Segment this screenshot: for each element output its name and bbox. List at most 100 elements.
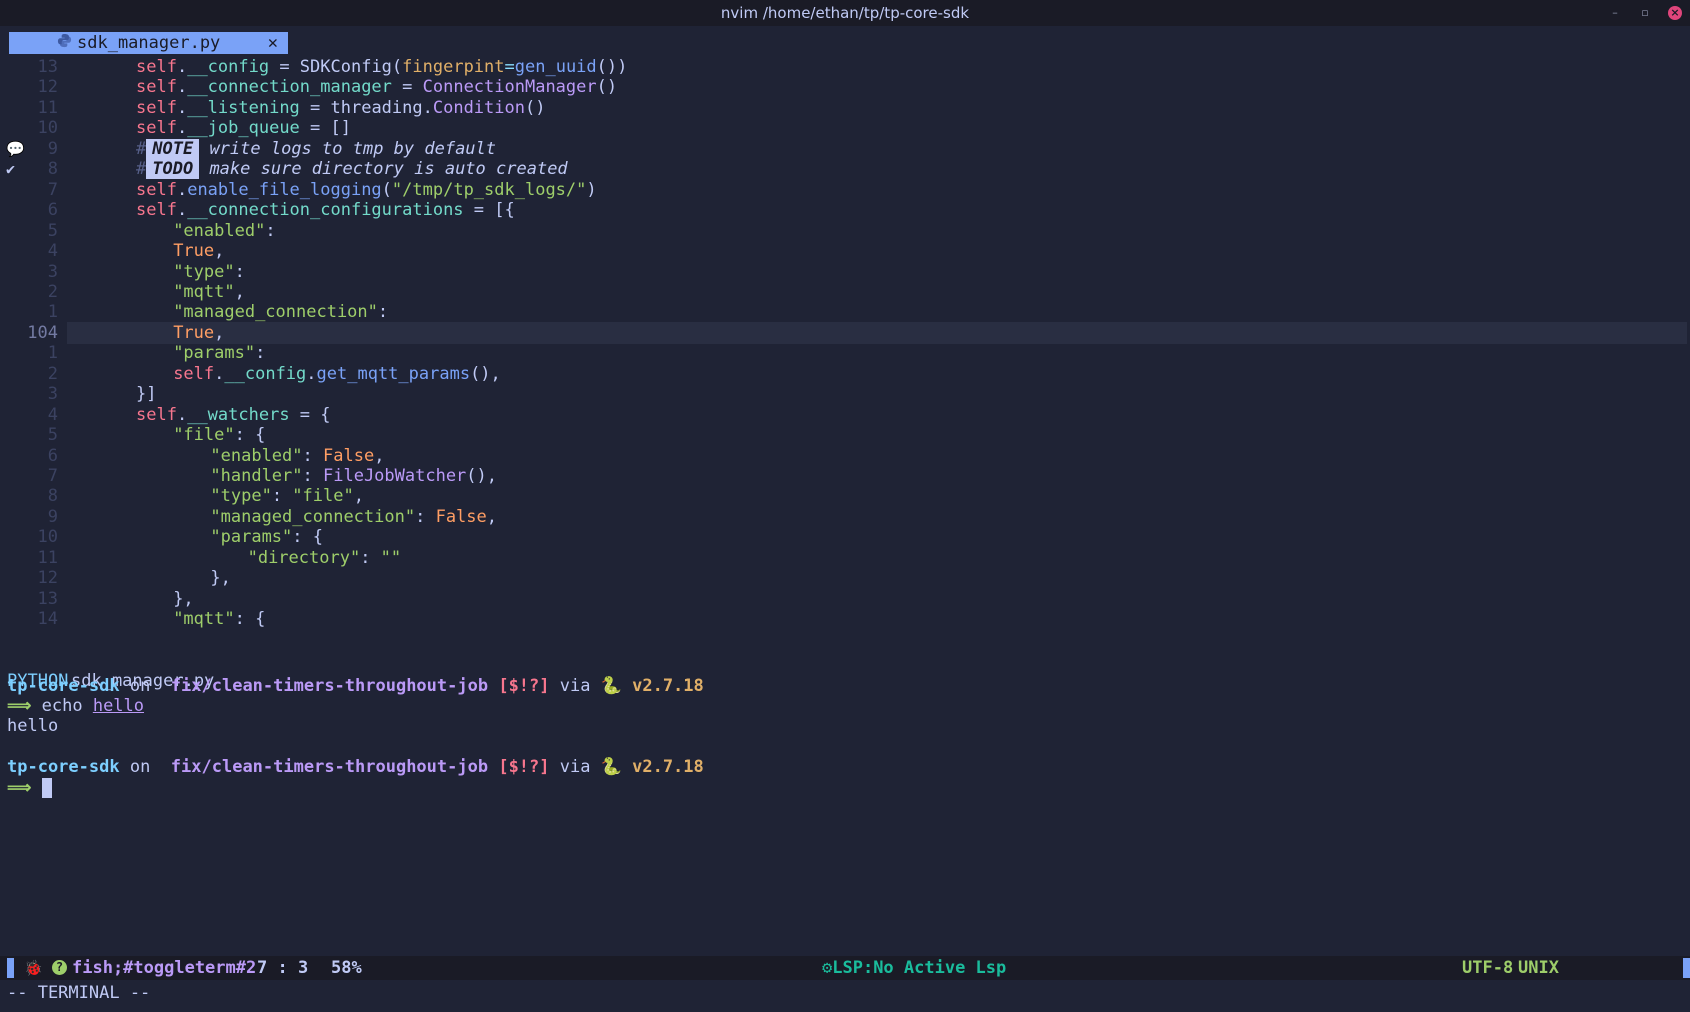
code-text: "directory": "": [247, 548, 402, 568]
code-text: }]: [136, 384, 157, 404]
line-number: 1: [47, 343, 58, 363]
code-text: "mqtt",: [173, 282, 245, 302]
command-output: hello: [7, 716, 59, 736]
line-number: 4: [47, 405, 58, 425]
line-number: 9: [47, 507, 58, 527]
code-line[interactable]: 7 "handler": FileJobWatcher(),: [0, 465, 1690, 487]
mode-indicator: -- TERMINAL --: [7, 983, 151, 1003]
cursor-position: 7 : 3: [257, 958, 309, 978]
code-line[interactable]: 10 self.__job_queue = []: [0, 117, 1690, 139]
command-name: echo: [41, 696, 83, 716]
code-line[interactable]: 3}]: [0, 383, 1690, 405]
tab-sdk-manager[interactable]: sdk_manager.py ✕: [9, 32, 288, 54]
code-text: self.__connection_manager = ConnectionMa…: [136, 77, 618, 97]
prompt-branch: fix/clean-timers-throughout-job: [170, 676, 489, 696]
line-number: 2: [47, 364, 58, 384]
help-icon: ?: [52, 960, 67, 975]
code-text: "file": {: [173, 425, 266, 445]
code-text: self.__config.get_mqtt_params(),: [173, 364, 501, 384]
tab-label: sdk_manager.py: [77, 33, 221, 53]
line-number: 11: [37, 548, 58, 568]
statusbar-right-accent: [1683, 958, 1690, 978]
line-number: 8: [47, 486, 58, 506]
close-button[interactable]: ×: [1668, 6, 1682, 20]
code-line[interactable]: 1 "params":: [0, 342, 1690, 364]
window-title: nvim /home/ethan/tp/tp-core-sdk: [720, 4, 970, 22]
code-line[interactable]: 3 "type":: [0, 261, 1690, 283]
code-text: self.__connection_configurations = [{: [136, 200, 515, 220]
prompt-version: v2.7.18: [632, 757, 704, 777]
code-line[interactable]: 8 "type": "file",: [0, 485, 1690, 507]
lsp-status: ⚙LSP:No Active Lsp: [822, 958, 1007, 978]
line-number: 12: [37, 568, 58, 588]
code-line[interactable]: 13 self.__config = SDKConfig(fingerpint=g…: [0, 56, 1690, 78]
code-line[interactable]: 5 "enabled":: [0, 220, 1690, 242]
prompt-via: via: [549, 676, 601, 696]
code-line[interactable]: 5 "file": {: [0, 424, 1690, 446]
code-line[interactable]: 4 self.__watchers = {: [0, 404, 1690, 426]
command-line[interactable]: ⟹: [7, 777, 52, 799]
code-line[interactable]: 12 self.__connection_manager = Connection…: [0, 76, 1690, 98]
line-number: 1: [47, 302, 58, 322]
code-line[interactable]: 10 "params": {: [0, 526, 1690, 548]
code-line[interactable]: 13},: [0, 588, 1690, 610]
statusbar: 🐞 ? fish;#toggleterm#2 7 : 3 58% ⚙LSP:No…: [0, 956, 1690, 980]
code-line[interactable]: 6 "enabled": False,: [0, 445, 1690, 467]
code-editor[interactable]: 13 self.__config = SDKConfig(fingerpint=g…: [0, 56, 1690, 670]
prompt-via: via: [549, 757, 601, 777]
line-number: 8: [47, 159, 58, 179]
line-number: 14: [37, 609, 58, 629]
line-number: 7: [47, 466, 58, 486]
code-text: "managed_connection": False,: [210, 507, 498, 527]
python-icon: [57, 32, 72, 54]
code-line[interactable]: 11 "directory": "": [0, 547, 1690, 569]
python-snake-icon: 🐍: [600, 757, 633, 777]
code-text: "mqtt": {: [173, 609, 266, 629]
line-number: 2: [47, 282, 58, 302]
code-line[interactable]: 11 self.__listening = threading.Condition…: [0, 97, 1690, 119]
code-text: self.__config = SDKConfig(fingerpint=gen…: [136, 57, 628, 77]
fileformat-label: UNIX: [1518, 958, 1559, 978]
code-text: "type":: [173, 262, 245, 282]
prompt-version: v2.7.18: [632, 676, 704, 696]
code-line[interactable]: 💬 9 # NOTE write logs to tmp by default: [0, 138, 1690, 160]
code-text: "type": "file",: [210, 486, 364, 506]
minimize-button[interactable]: –: [1608, 6, 1622, 20]
tabline: sdk_manager.py ✕: [0, 26, 1690, 56]
line-number: 104: [27, 323, 58, 343]
code-line[interactable]: 4 True,: [0, 240, 1690, 262]
prompt-directory: tp-core-sdk: [7, 676, 120, 696]
code-text: },: [173, 589, 194, 609]
code-text: self.__watchers = {: [136, 405, 331, 425]
code-line[interactable]: 6 self.__connection_configurations = [{: [0, 199, 1690, 221]
line-number: 6: [47, 200, 58, 220]
code-line[interactable]: 2 "mqtt",: [0, 281, 1690, 303]
terminal-cursor: [41, 778, 52, 798]
command-line: ⟹ echo hello: [7, 695, 144, 717]
code-line[interactable]: 9 "managed_connection": False,: [0, 506, 1690, 528]
bug-icon: 🐞: [24, 959, 43, 977]
code-line[interactable]: 1 "managed_connection":: [0, 301, 1690, 323]
line-number: 12: [37, 77, 58, 97]
line-number: 13: [37, 589, 58, 609]
line-number: 11: [37, 98, 58, 118]
maximize-button[interactable]: ▫: [1638, 6, 1652, 20]
line-number: 10: [37, 118, 58, 138]
statusbar-left-accent: [7, 958, 14, 978]
code-text: },: [210, 568, 231, 588]
code-line[interactable]: 2 self.__config.get_mqtt_params(),: [0, 363, 1690, 385]
code-line[interactable]: 104 True,: [0, 322, 1690, 344]
code-text: "managed_connection":: [173, 302, 389, 322]
command-argument: hello: [92, 696, 145, 716]
code-line[interactable]: 14 "mqtt": {: [0, 608, 1690, 630]
code-text: self.__job_queue = []: [136, 118, 351, 138]
code-line[interactable]: 12},: [0, 567, 1690, 589]
gear-icon: ⚙: [822, 958, 833, 978]
git-branch-icon: [161, 757, 171, 777]
prompt-directory: tp-core-sdk: [7, 757, 120, 777]
code-line[interactable]: ✔ 8 # TODO make sure directory is auto crea…: [0, 158, 1690, 180]
tab-close-icon[interactable]: ✕: [268, 32, 278, 54]
code-text: # TODO make sure directory is auto create…: [136, 159, 568, 179]
scroll-percent: 58%: [331, 958, 362, 978]
code-line[interactable]: 7 self.enable_file_logging("/tmp/tp_sdk_l…: [0, 179, 1690, 201]
